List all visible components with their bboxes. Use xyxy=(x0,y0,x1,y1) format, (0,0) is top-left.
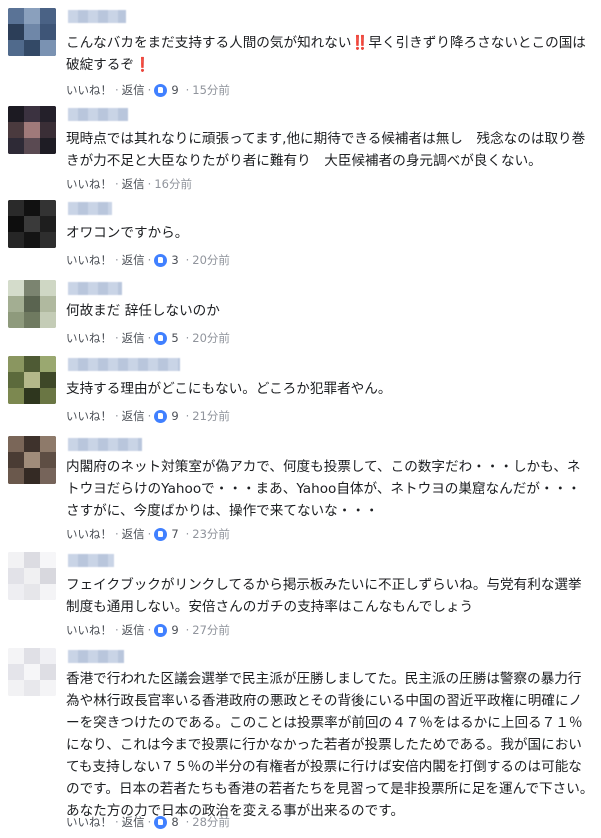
comment-text: フェイクブックがリンクしてるから掲示板みたいに不正しずらいね。与党有利な選挙制度… xyxy=(66,577,582,615)
like-button[interactable]: いいね！ xyxy=(66,82,112,98)
avatar[interactable] xyxy=(8,356,56,404)
like-count[interactable]: 9 xyxy=(171,623,178,637)
avatar[interactable] xyxy=(8,436,56,484)
timestamp[interactable]: 21分前 xyxy=(192,408,230,424)
commenter-name[interactable] xyxy=(68,10,126,23)
like-button[interactable]: いいね！ xyxy=(66,526,112,542)
like-button[interactable]: いいね！ xyxy=(66,814,112,830)
thumbs-up-icon xyxy=(154,83,168,97)
comment-text: 内閣府のネット対策室が偽アカで、何度も投票して、この数字だわ・・・しかも、ネトウ… xyxy=(66,459,581,519)
commenter-name[interactable] xyxy=(68,554,114,567)
commenter-name[interactable] xyxy=(68,282,122,295)
avatar[interactable] xyxy=(8,648,56,696)
comment-text: 何故まだ 辞任しないのか xyxy=(66,303,220,319)
avatar[interactable] xyxy=(8,280,56,328)
commenter-name[interactable] xyxy=(68,650,124,663)
comment-actions: いいね！ · 返信 · 8 · 28分前 xyxy=(66,814,230,830)
commenter-name[interactable] xyxy=(68,358,180,371)
like-count[interactable]: 9 xyxy=(171,409,178,423)
like-button[interactable]: いいね！ xyxy=(66,330,112,346)
like-count[interactable]: 9 xyxy=(171,83,178,97)
thumbs-up-icon xyxy=(154,409,168,423)
thumbs-up-icon xyxy=(154,253,168,267)
double-exclamation-icon: ‼️ xyxy=(351,35,369,51)
like-button[interactable]: いいね！ xyxy=(66,252,112,268)
like-count[interactable]: 7 xyxy=(171,527,178,541)
thumbs-up-icon xyxy=(154,623,168,637)
timestamp[interactable]: 15分前 xyxy=(192,82,230,98)
reply-button[interactable]: 返信 xyxy=(122,814,145,830)
thumbs-up-icon xyxy=(154,331,168,345)
like-count[interactable]: 3 xyxy=(171,253,178,267)
timestamp[interactable]: 27分前 xyxy=(192,622,230,638)
avatar[interactable] xyxy=(8,200,56,248)
like-button[interactable]: いいね！ xyxy=(66,622,112,638)
timestamp[interactable]: 23分前 xyxy=(192,526,230,542)
comment-text: 香港で行われた区議会選挙で民主派が圧勝しましてた。民主派の圧勝は警察の暴力行為や… xyxy=(66,671,594,819)
timestamp[interactable]: 20分前 xyxy=(192,330,230,346)
timestamp[interactable]: 16分前 xyxy=(154,176,192,192)
comment-actions: いいね！ · 返信 · 3 · 20分前 xyxy=(66,252,230,268)
comment-text: こんなバカをまだ支持する人間の気が知れない‼️早く引きずり降ろさないとこの国は破… xyxy=(66,35,586,73)
reply-button[interactable]: 返信 xyxy=(122,622,145,638)
thumbs-up-icon xyxy=(154,527,168,541)
comment-actions: いいね！ · 返信 · 9 · 27分前 xyxy=(66,622,230,638)
reply-button[interactable]: 返信 xyxy=(122,330,145,346)
comment-actions: いいね！ · 返信 · 16分前 xyxy=(66,176,192,192)
reply-button[interactable]: 返信 xyxy=(122,176,145,192)
timestamp[interactable]: 20分前 xyxy=(192,252,230,268)
comment-text: オワコンですから。 xyxy=(66,225,189,241)
like-button[interactable]: いいね！ xyxy=(66,176,112,192)
timestamp[interactable]: 28分前 xyxy=(192,814,230,830)
reply-button[interactable]: 返信 xyxy=(122,252,145,268)
reply-button[interactable]: 返信 xyxy=(122,408,145,424)
comment-text: 支持する理由がどこにもない。どころか犯罪者やん。 xyxy=(66,381,392,397)
reply-button[interactable]: 返信 xyxy=(122,82,145,98)
comment-text: 現時点では其れなりに頑張ってます,他に期待できる候補者は無し 残念なのは取り巻き… xyxy=(66,131,586,169)
comment-actions: いいね！ · 返信 · 5 · 20分前 xyxy=(66,330,230,346)
avatar[interactable] xyxy=(8,552,56,600)
like-count[interactable]: 8 xyxy=(171,815,178,829)
exclamation-icon: ❗ xyxy=(133,57,151,73)
comment-actions: いいね！ · 返信 · 9 · 21分前 xyxy=(66,408,230,424)
comment-actions: いいね！ · 返信 · 9 · 15分前 xyxy=(66,82,230,98)
thumbs-up-icon xyxy=(154,815,168,829)
reply-button[interactable]: 返信 xyxy=(122,526,145,542)
commenter-name[interactable] xyxy=(68,202,112,215)
comment-actions: いいね！ · 返信 · 7 · 23分前 xyxy=(66,526,230,542)
avatar[interactable] xyxy=(8,8,56,56)
like-count[interactable]: 5 xyxy=(171,331,178,345)
commenter-name[interactable] xyxy=(68,108,128,121)
like-button[interactable]: いいね！ xyxy=(66,408,112,424)
commenter-name[interactable] xyxy=(68,438,142,451)
avatar[interactable] xyxy=(8,106,56,154)
